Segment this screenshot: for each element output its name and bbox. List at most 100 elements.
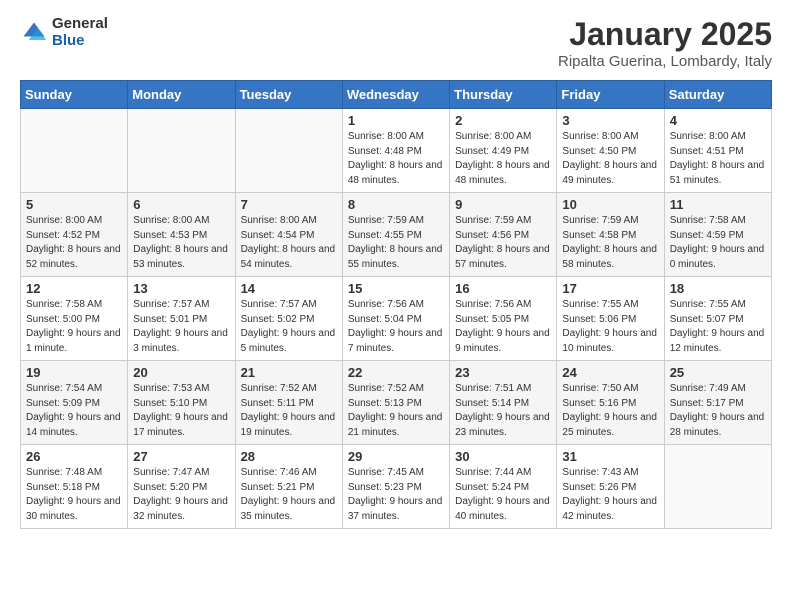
day-number: 7 — [241, 197, 337, 212]
day-number: 31 — [562, 449, 658, 464]
day-number: 21 — [241, 365, 337, 380]
day-number: 2 — [455, 113, 551, 128]
day-number: 10 — [562, 197, 658, 212]
day-number: 12 — [26, 281, 122, 296]
weekday-header-tuesday: Tuesday — [235, 81, 342, 109]
day-info: Sunrise: 7:47 AMSunset: 5:20 PMDaylight:… — [133, 466, 229, 524]
calendar-cell: 15 Sunrise: 7:56 AMSunset: 5:04 PMDayligh… — [342, 277, 449, 361]
day-info: Sunrise: 7:43 AMSunset: 5:26 PMDaylight:… — [562, 466, 658, 524]
weekday-header-friday: Friday — [557, 81, 664, 109]
weekday-header-monday: Monday — [128, 81, 235, 109]
calendar-cell — [128, 109, 235, 193]
day-number: 27 — [133, 449, 229, 464]
calendar-cell: 7 Sunrise: 8:00 AMSunset: 4:54 PMDaylight… — [235, 193, 342, 277]
day-info: Sunrise: 7:55 AMSunset: 5:07 PMDaylight:… — [670, 298, 766, 356]
calendar-title: January 2025 — [558, 16, 772, 53]
calendar-subtitle: Ripalta Guerina, Lombardy, Italy — [558, 53, 772, 70]
weekday-header-saturday: Saturday — [664, 81, 771, 109]
day-number: 20 — [133, 365, 229, 380]
calendar-cell: 24Sunrise: 7:50 AMSunset: 5:16 PMDayligh… — [557, 361, 664, 445]
day-info: Sunrise: 8:00 AMSunset: 4:53 PMDaylight:… — [133, 214, 229, 272]
day-info: Sunrise: 8:00 AMSunset: 4:49 PMDaylight:… — [455, 130, 551, 188]
day-number: 16 — [455, 281, 551, 296]
day-info: Sunrise: 7:52 AMSunset: 5:11 PMDaylight:… — [241, 382, 337, 440]
day-number: 30 — [455, 449, 551, 464]
day-info: Sunrise: 7:51 AMSunset: 5:14 PMDaylight:… — [455, 382, 551, 440]
day-number: 13 — [133, 281, 229, 296]
day-number: 25 — [670, 365, 766, 380]
calendar-cell: 14Sunrise: 7:57 AMSunset: 5:02 PMDayligh… — [235, 277, 342, 361]
day-info: Sunrise: 7:54 AMSunset: 5:09 PMDaylight:… — [26, 382, 122, 440]
logo-icon — [20, 19, 48, 47]
calendar-cell: 25 Sunrise: 7:49 AMSunset: 5:17 PMDayligh… — [664, 361, 771, 445]
day-info: Sunrise: 7:48 AMSunset: 5:18 PMDaylight:… — [26, 466, 122, 524]
calendar-cell: 3Sunrise: 8:00 AMSunset: 4:50 PMDaylight… — [557, 109, 664, 193]
calendar-cell: 5 Sunrise: 8:00 AMSunset: 4:52 PMDaylight… — [21, 193, 128, 277]
calendar-table: SundayMondayTuesdayWednesdayThursdayFrid… — [20, 80, 772, 529]
day-number: 15 — [348, 281, 444, 296]
day-info: Sunrise: 7:57 AMSunset: 5:02 PMDaylight:… — [241, 298, 337, 356]
day-info: Sunrise: 8:00 AMSunset: 4:48 PMDaylight:… — [348, 130, 444, 188]
day-info: Sunrise: 7:55 AMSunset: 5:06 PMDaylight:… — [562, 298, 658, 356]
logo-blue-text: Blue — [52, 33, 108, 50]
calendar-cell: 20Sunrise: 7:53 AMSunset: 5:10 PMDayligh… — [128, 361, 235, 445]
day-info: Sunrise: 8:00 AMSunset: 4:52 PMDaylight:… — [26, 214, 122, 272]
day-info: Sunrise: 7:58 AMSunset: 4:59 PMDaylight:… — [670, 214, 766, 272]
day-number: 18 — [670, 281, 766, 296]
day-info: Sunrise: 7:58 AMSunset: 5:00 PMDaylight:… — [26, 298, 122, 356]
calendar-cell: 9Sunrise: 7:59 AMSunset: 4:56 PMDaylight… — [450, 193, 557, 277]
day-number: 19 — [26, 365, 122, 380]
day-number: 23 — [455, 365, 551, 380]
day-info: Sunrise: 7:46 AMSunset: 5:21 PMDaylight:… — [241, 466, 337, 524]
logo-general-text: General — [52, 16, 108, 33]
calendar-cell: 27 Sunrise: 7:47 AMSunset: 5:20 PMDayligh… — [128, 445, 235, 529]
calendar-cell: 30 Sunrise: 7:44 AMSunset: 5:24 PMDayligh… — [450, 445, 557, 529]
day-number: 5 — [26, 197, 122, 212]
logo: General Blue — [20, 16, 108, 49]
day-number: 9 — [455, 197, 551, 212]
weekday-header-thursday: Thursday — [450, 81, 557, 109]
calendar-cell: 29 Sunrise: 7:45 AMSunset: 5:23 PMDayligh… — [342, 445, 449, 529]
calendar-cell: 17 Sunrise: 7:55 AMSunset: 5:06 PMDayligh… — [557, 277, 664, 361]
title-block: January 2025 Ripalta Guerina, Lombardy, … — [558, 16, 772, 70]
calendar-week-row: 5 Sunrise: 8:00 AMSunset: 4:52 PMDaylight… — [21, 193, 772, 277]
calendar-week-row: 12 Sunrise: 7:58 AMSunset: 5:00 PMDayligh… — [21, 277, 772, 361]
weekday-header-wednesday: Wednesday — [342, 81, 449, 109]
calendar-cell — [21, 109, 128, 193]
day-info: Sunrise: 8:00 AMSunset: 4:54 PMDaylight:… — [241, 214, 337, 272]
day-info: Sunrise: 7:44 AMSunset: 5:24 PMDaylight:… — [455, 466, 551, 524]
calendar-cell: 31 Sunrise: 7:43 AMSunset: 5:26 PMDayligh… — [557, 445, 664, 529]
calendar-cell — [664, 445, 771, 529]
day-info: Sunrise: 7:59 AMSunset: 4:58 PMDaylight:… — [562, 214, 658, 272]
day-number: 28 — [241, 449, 337, 464]
day-number: 11 — [670, 197, 766, 212]
day-number: 4 — [670, 113, 766, 128]
calendar-cell: 28 Sunrise: 7:46 AMSunset: 5:21 PMDayligh… — [235, 445, 342, 529]
calendar-cell: 16Sunrise: 7:56 AMSunset: 5:05 PMDayligh… — [450, 277, 557, 361]
calendar-cell: 1 Sunrise: 8:00 AMSunset: 4:48 PMDaylight… — [342, 109, 449, 193]
calendar-cell: 21 Sunrise: 7:52 AMSunset: 5:11 PMDayligh… — [235, 361, 342, 445]
day-info: Sunrise: 7:57 AMSunset: 5:01 PMDaylight:… — [133, 298, 229, 356]
calendar-cell: 10 Sunrise: 7:59 AMSunset: 4:58 PMDayligh… — [557, 193, 664, 277]
day-number: 22 — [348, 365, 444, 380]
logo-text: General Blue — [52, 16, 108, 49]
day-number: 17 — [562, 281, 658, 296]
day-number: 24 — [562, 365, 658, 380]
calendar-cell: 12 Sunrise: 7:58 AMSunset: 5:00 PMDayligh… — [21, 277, 128, 361]
calendar-cell — [235, 109, 342, 193]
day-number: 6 — [133, 197, 229, 212]
calendar-week-row: 19 Sunrise: 7:54 AMSunset: 5:09 PMDayligh… — [21, 361, 772, 445]
calendar-cell: 6 Sunrise: 8:00 AMSunset: 4:53 PMDaylight… — [128, 193, 235, 277]
day-number: 29 — [348, 449, 444, 464]
calendar-body: 1 Sunrise: 8:00 AMSunset: 4:48 PMDaylight… — [21, 109, 772, 529]
day-number: 1 — [348, 113, 444, 128]
day-info: Sunrise: 7:56 AMSunset: 5:04 PMDaylight:… — [348, 298, 444, 356]
day-info: Sunrise: 7:49 AMSunset: 5:17 PMDaylight:… — [670, 382, 766, 440]
day-number: 26 — [26, 449, 122, 464]
calendar-week-row: 26 Sunrise: 7:48 AMSunset: 5:18 PMDayligh… — [21, 445, 772, 529]
day-info: Sunrise: 7:45 AMSunset: 5:23 PMDaylight:… — [348, 466, 444, 524]
day-info: Sunrise: 7:59 AMSunset: 4:55 PMDaylight:… — [348, 214, 444, 272]
calendar-week-row: 1 Sunrise: 8:00 AMSunset: 4:48 PMDaylight… — [21, 109, 772, 193]
day-number: 8 — [348, 197, 444, 212]
calendar-cell: 8 Sunrise: 7:59 AMSunset: 4:55 PMDaylight… — [342, 193, 449, 277]
